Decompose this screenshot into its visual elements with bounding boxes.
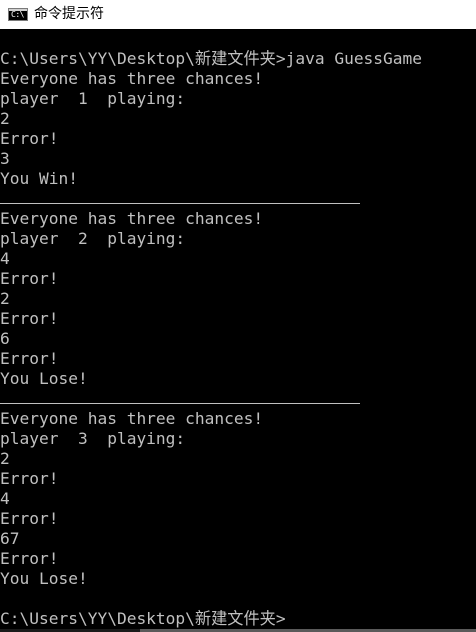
console-line: 3 [0, 149, 10, 168]
console-line: 67 [0, 529, 20, 548]
console-line: Error! [0, 309, 59, 328]
console-line: You Lose! [0, 369, 88, 388]
console-line: 4 [0, 249, 10, 268]
console-line: Everyone has three chances! [0, 69, 264, 88]
title-bar[interactable]: C:\ 命令提示符 [0, 0, 476, 29]
console-line: player 3 playing: [0, 429, 186, 448]
console-line: Everyone has three chances! [0, 409, 264, 428]
console-line: You Win! [0, 169, 78, 188]
console-line: 6 [0, 329, 10, 348]
separator-line [0, 189, 476, 209]
console-line: C:\Users\YY\Desktop\新建文件夹> [0, 609, 286, 628]
console-line: Error! [0, 509, 59, 528]
console-output[interactable]: C:\Users\YY\Desktop\新建文件夹>java GuessGame… [0, 29, 476, 632]
console-line: 4 [0, 489, 10, 508]
console-line: C:\Users\YY\Desktop\新建文件夹>java GuessGame [0, 49, 423, 68]
console-line: Error! [0, 469, 59, 488]
command-prompt-window: C:\ 命令提示符 C:\Users\YY\Desktop\新建文件夹>java… [0, 0, 476, 632]
separator-line [0, 389, 476, 409]
console-line: You Lose! [0, 569, 88, 588]
cmd-icon: C:\ [8, 8, 28, 21]
console-line: Error! [0, 129, 59, 148]
console-line: player 2 playing: [0, 229, 186, 248]
console-line: Error! [0, 269, 59, 288]
cmd-icon-glyph: C:\ [11, 10, 24, 19]
console-line: Everyone has three chances! [0, 209, 264, 228]
window-title: 命令提示符 [34, 6, 104, 22]
console-line: Error! [0, 349, 59, 368]
console-line: Error! [0, 549, 59, 568]
console-line: 2 [0, 449, 10, 468]
console-line: 2 [0, 289, 10, 308]
console-line: player 1 playing: [0, 89, 186, 108]
console-line: 2 [0, 109, 10, 128]
